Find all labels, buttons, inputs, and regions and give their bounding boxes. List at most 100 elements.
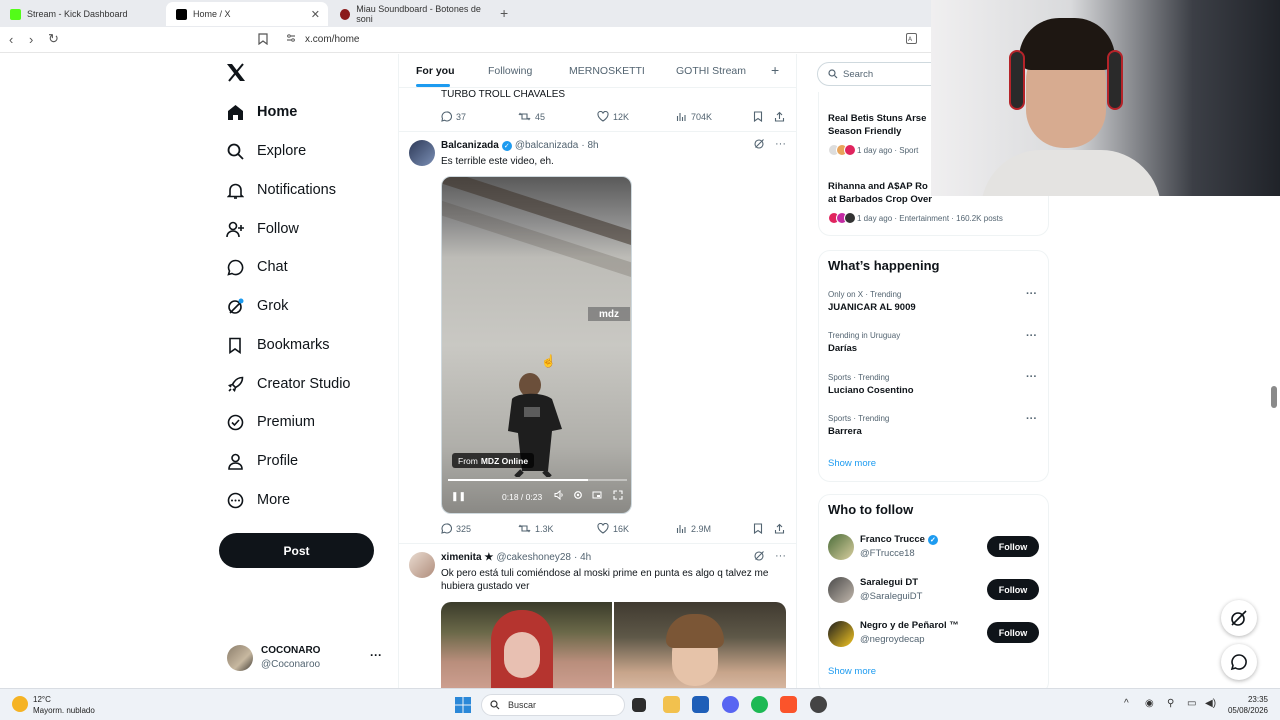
back-icon[interactable]: ‹: [9, 32, 13, 47]
video-source-label[interactable]: From MDZ Online: [452, 453, 535, 468]
views-button[interactable]: 2.9M: [676, 523, 711, 534]
like-button[interactable]: 16K: [597, 523, 629, 534]
tab-for-you[interactable]: For you: [416, 65, 455, 77]
translate-icon[interactable]: A: [906, 33, 917, 47]
author-handle[interactable]: @balcanizada: [515, 140, 579, 151]
reload-icon[interactable]: ↻: [48, 31, 59, 47]
trend-name[interactable]: Darías: [828, 343, 857, 354]
media-image[interactable]: [441, 602, 612, 688]
tray-chevron-icon[interactable]: ^: [1124, 698, 1129, 709]
who-name[interactable]: Saralegui DT: [860, 577, 918, 588]
spotify-icon[interactable]: [751, 696, 768, 713]
discord-icon[interactable]: [722, 696, 739, 713]
sidebar-item-profile[interactable]: Profile: [226, 447, 298, 475]
tab-gothi-stream[interactable]: GOTHI Stream: [676, 65, 746, 77]
more-horizontal-icon[interactable]: ···: [1026, 288, 1037, 300]
reply-button[interactable]: 37: [441, 111, 466, 122]
grok-fab-button[interactable]: [1221, 600, 1257, 636]
sidebar-item-more[interactable]: More: [226, 486, 290, 514]
forward-icon[interactable]: ›: [29, 32, 33, 47]
tweet-time[interactable]: · 4h: [574, 552, 591, 563]
microphone-icon[interactable]: ⚲: [1167, 698, 1174, 709]
more-horizontal-icon[interactable]: ···: [1026, 413, 1037, 425]
reply-button[interactable]: 325: [441, 523, 471, 534]
taskbar-search-input[interactable]: Buscar: [481, 694, 625, 716]
avatar[interactable]: [409, 552, 435, 578]
tweet-time[interactable]: · 8h: [581, 140, 598, 151]
author-name[interactable]: Balcanizada: [441, 140, 499, 151]
bookmark-button[interactable]: [753, 523, 767, 534]
news-item-title[interactable]: Rihanna and A$AP Ro at Barbados Crop Ove…: [828, 180, 932, 206]
fullscreen-icon[interactable]: [613, 490, 623, 503]
windows-start-icon[interactable]: [455, 697, 471, 718]
sidebar-item-home[interactable]: Home: [226, 98, 297, 126]
follow-button[interactable]: Follow: [987, 622, 1039, 643]
sidebar-item-follow[interactable]: Follow: [226, 215, 299, 243]
tab-home-x[interactable]: Home / X ✕: [166, 2, 328, 26]
views-button[interactable]: 704K: [676, 111, 712, 122]
share-button[interactable]: [774, 111, 789, 122]
network-icon[interactable]: ▭: [1187, 698, 1196, 709]
media-image[interactable]: [614, 602, 786, 688]
follow-button[interactable]: Follow: [987, 579, 1039, 600]
more-horizontal-icon[interactable]: ···: [775, 138, 786, 152]
like-button[interactable]: 12K: [597, 111, 629, 122]
more-horizontal-icon[interactable]: ···: [1026, 371, 1037, 383]
share-button[interactable]: [774, 523, 789, 534]
sidebar-item-grok[interactable]: Grok: [226, 292, 288, 320]
avatar[interactable]: [828, 577, 854, 603]
x-logo-icon[interactable]: [226, 62, 246, 88]
show-more-link[interactable]: Show more: [828, 666, 876, 677]
more-horizontal-icon[interactable]: ···: [370, 648, 382, 662]
repost-button[interactable]: 1.3K: [518, 523, 554, 534]
tab-kick-dashboard[interactable]: Stream - Kick Dashboard: [0, 2, 166, 26]
news-item-title[interactable]: Real Betis Stuns Arse Season Friendly: [828, 112, 932, 138]
author-name[interactable]: ximenita ★: [441, 552, 493, 563]
settings-icon[interactable]: [573, 490, 583, 503]
avatar[interactable]: [828, 534, 854, 560]
sidebar-item-notifications[interactable]: Notifications: [226, 176, 336, 204]
new-tab-icon[interactable]: +: [500, 5, 508, 21]
messages-fab-button[interactable]: [1221, 644, 1257, 680]
avatar[interactable]: [409, 140, 435, 166]
video-player[interactable]: mdz From MDZ Online ❚❚ 0:18 / 0:23: [441, 176, 632, 514]
sidebar-item-creator-studio[interactable]: Creator Studio: [226, 370, 351, 398]
volume-icon[interactable]: ◀): [1205, 698, 1216, 709]
sidebar-item-bookmarks[interactable]: Bookmarks: [226, 331, 330, 359]
video-progress-bar[interactable]: [448, 479, 627, 481]
add-tab-icon[interactable]: +: [771, 62, 779, 78]
grok-explain-icon[interactable]: [754, 138, 765, 152]
grok-explain-icon[interactable]: [754, 550, 765, 564]
who-name[interactable]: Negro y de Peñarol ™: [860, 620, 959, 631]
sidebar-item-chat[interactable]: Chat: [226, 253, 288, 281]
store-icon[interactable]: [692, 696, 709, 713]
tab-following[interactable]: Following: [488, 65, 532, 77]
brave-browser-icon[interactable]: [780, 696, 797, 713]
url-text[interactable]: x.com/home: [305, 34, 359, 45]
volume-icon[interactable]: [554, 489, 564, 503]
author-handle[interactable]: @cakeshoney28: [496, 552, 571, 563]
pause-icon[interactable]: ❚❚: [451, 491, 466, 502]
who-name[interactable]: Franco Trucce ✓: [860, 534, 941, 545]
trend-name[interactable]: JUANICAR AL 9009: [828, 302, 916, 313]
tweet-media[interactable]: [441, 602, 786, 688]
more-horizontal-icon[interactable]: ···: [1026, 330, 1037, 342]
weather-widget[interactable]: 12°C Mayorm. nublado: [12, 694, 95, 716]
bookmark-button[interactable]: [753, 111, 767, 122]
site-info-icon[interactable]: [286, 33, 296, 46]
obs-icon[interactable]: [810, 696, 827, 713]
account-switcher[interactable]: COCONARO @Coconaroo ···: [227, 644, 387, 674]
sidebar-item-explore[interactable]: Explore: [226, 137, 306, 165]
show-more-link[interactable]: Show more: [828, 458, 876, 469]
tab-miau-soundboard[interactable]: Miau Soundboard - Botones de soni: [330, 2, 490, 26]
post-button[interactable]: Post: [219, 533, 374, 568]
avatar[interactable]: [828, 621, 854, 647]
picture-in-picture-icon[interactable]: [592, 490, 602, 503]
scrollbar[interactable]: [1271, 386, 1277, 408]
bookmark-page-icon[interactable]: [258, 33, 268, 48]
tab-mernosketti[interactable]: MERNOSKETTI: [569, 65, 645, 77]
file-explorer-icon[interactable]: [663, 696, 680, 713]
follow-button[interactable]: Follow: [987, 536, 1039, 557]
more-horizontal-icon[interactable]: ···: [775, 550, 786, 564]
sidebar-item-premium[interactable]: Premium: [226, 408, 315, 436]
